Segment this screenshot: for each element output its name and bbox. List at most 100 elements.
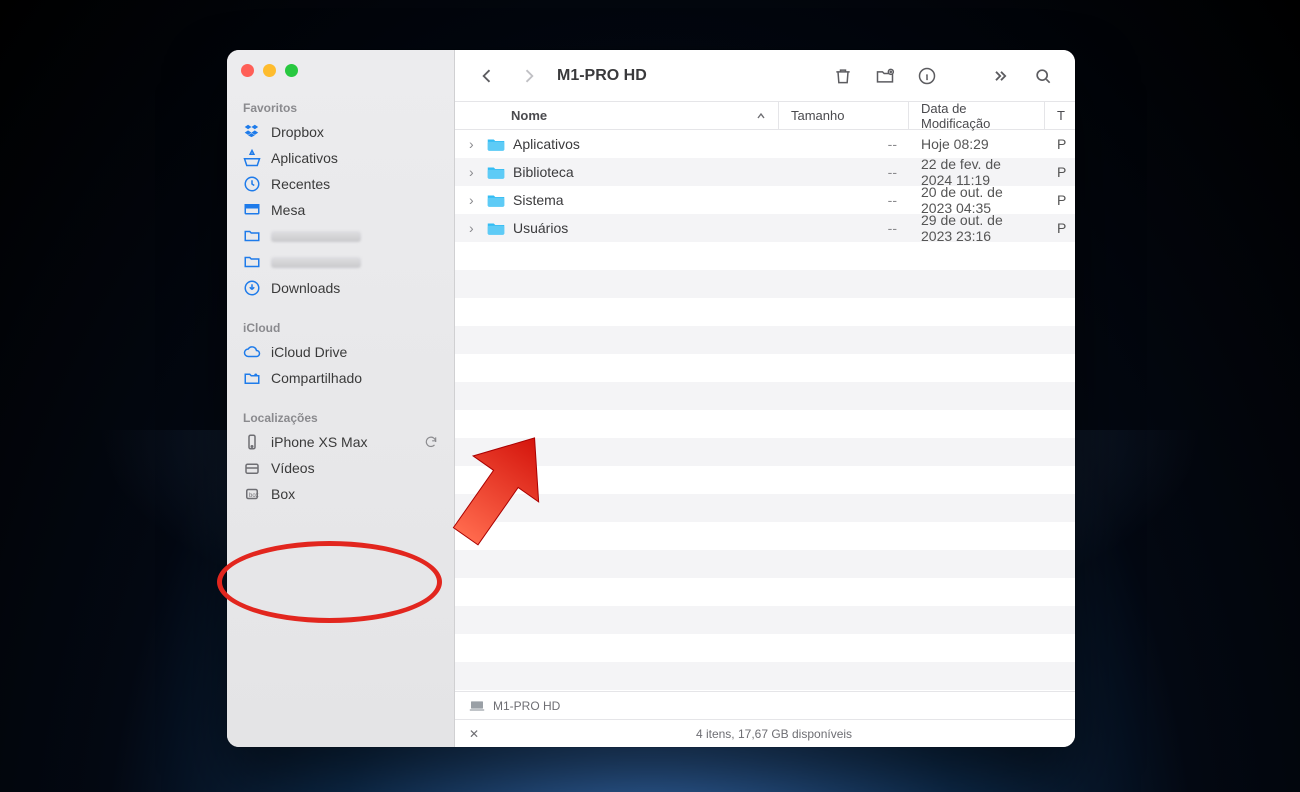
empty-row bbox=[455, 662, 1075, 690]
sidebar-item-downloads[interactable]: Downloads bbox=[235, 275, 446, 301]
close-window-button[interactable] bbox=[241, 64, 254, 77]
column-date[interactable]: Data de Modificação bbox=[909, 102, 1045, 129]
finder-window: Favoritos Dropbox Aplicativos Recentes M… bbox=[227, 50, 1075, 747]
file-name: Usuários bbox=[513, 220, 568, 236]
sidebar-item-videos[interactable]: Vídeos bbox=[235, 455, 446, 481]
sidebar-item-label: Box bbox=[271, 486, 438, 502]
empty-row bbox=[455, 578, 1075, 606]
column-date-label: Data de Modificação bbox=[921, 101, 1032, 131]
sync-icon bbox=[424, 435, 438, 449]
sidebar-item-label: Vídeos bbox=[271, 460, 438, 476]
empty-row bbox=[455, 382, 1075, 410]
box-icon: box bbox=[243, 485, 261, 503]
column-kind[interactable]: T bbox=[1045, 102, 1075, 129]
sidebar-item-redacted-2[interactable] bbox=[235, 249, 446, 275]
path-bar[interactable]: M1-PRO HD bbox=[455, 691, 1075, 719]
sidebar-item-label: iPhone XS Max bbox=[271, 434, 414, 450]
empty-row bbox=[455, 270, 1075, 298]
file-row[interactable]: › Biblioteca -- 22 de fev. de 2024 11:19… bbox=[455, 158, 1075, 186]
new-folder-button[interactable] bbox=[871, 62, 899, 90]
downloads-icon bbox=[243, 279, 261, 297]
sidebar-item-applications[interactable]: Aplicativos bbox=[235, 145, 446, 171]
sidebar-item-label: Compartilhado bbox=[271, 370, 438, 386]
folder-icon bbox=[487, 137, 505, 151]
empty-row bbox=[455, 522, 1075, 550]
sidebar-item-label: Mesa bbox=[271, 202, 438, 218]
sidebar: Favoritos Dropbox Aplicativos Recentes M… bbox=[227, 50, 455, 747]
window-title: M1-PRO HD bbox=[557, 67, 647, 85]
overflow-button[interactable] bbox=[987, 62, 1015, 90]
status-text: 4 itens, 17,67 GB disponíveis bbox=[487, 727, 1061, 741]
sidebar-item-desktop[interactable]: Mesa bbox=[235, 197, 446, 223]
disclosure-icon[interactable]: › bbox=[469, 164, 479, 180]
iphone-icon bbox=[243, 433, 261, 451]
folder-icon bbox=[487, 221, 505, 235]
cancel-icon[interactable]: ✕ bbox=[469, 727, 487, 741]
file-row[interactable]: › Sistema -- 20 de out. de 2023 04:35 P bbox=[455, 186, 1075, 214]
file-row[interactable]: › Aplicativos -- Hoje 08:29 P bbox=[455, 130, 1075, 158]
disclosure-icon[interactable]: › bbox=[469, 192, 479, 208]
sidebar-item-dropbox[interactable]: Dropbox bbox=[235, 119, 446, 145]
sidebar-section-favorites: Favoritos bbox=[235, 95, 446, 119]
file-date: 29 de out. de 2023 23:16 bbox=[909, 212, 1045, 244]
empty-row bbox=[455, 298, 1075, 326]
sidebar-item-label: Recentes bbox=[271, 176, 438, 192]
empty-row bbox=[455, 410, 1075, 438]
sidebar-item-box[interactable]: box Box bbox=[235, 481, 446, 507]
disclosure-icon[interactable]: › bbox=[469, 220, 479, 236]
sidebar-item-icloud-drive[interactable]: iCloud Drive bbox=[235, 339, 446, 365]
column-size-label: Tamanho bbox=[791, 108, 844, 123]
folder-icon bbox=[487, 193, 505, 207]
sidebar-section-icloud: iCloud bbox=[235, 315, 446, 339]
folder-icon bbox=[243, 227, 261, 245]
back-button[interactable] bbox=[473, 62, 501, 90]
sidebar-item-iphone[interactable]: iPhone XS Max bbox=[235, 429, 446, 455]
empty-row bbox=[455, 550, 1075, 578]
sidebar-item-label: Downloads bbox=[271, 280, 438, 296]
column-headers: Nome Tamanho Data de Modificação T bbox=[455, 102, 1075, 130]
file-kind: P bbox=[1045, 136, 1075, 152]
search-button[interactable] bbox=[1029, 62, 1057, 90]
sidebar-item-label: Dropbox bbox=[271, 124, 438, 140]
dropbox-icon bbox=[243, 123, 261, 141]
file-date: Hoje 08:29 bbox=[909, 136, 1045, 152]
info-button[interactable] bbox=[913, 62, 941, 90]
zoom-window-button[interactable] bbox=[285, 64, 298, 77]
empty-row bbox=[455, 634, 1075, 662]
sidebar-item-label: iCloud Drive bbox=[271, 344, 438, 360]
toolbar: M1-PRO HD bbox=[455, 50, 1075, 102]
apps-icon bbox=[243, 149, 261, 167]
file-size: -- bbox=[779, 164, 909, 180]
file-name: Sistema bbox=[513, 192, 564, 208]
file-row[interactable]: › Usuários -- 29 de out. de 2023 23:16 P bbox=[455, 214, 1075, 242]
file-kind: P bbox=[1045, 164, 1075, 180]
trash-button[interactable] bbox=[829, 62, 857, 90]
forward-button[interactable] bbox=[515, 62, 543, 90]
minimize-window-button[interactable] bbox=[263, 64, 276, 77]
cloud-icon bbox=[243, 343, 261, 361]
shared-icon bbox=[243, 369, 261, 387]
empty-row bbox=[455, 354, 1075, 382]
file-kind: P bbox=[1045, 220, 1075, 236]
empty-row bbox=[455, 606, 1075, 634]
svg-text:box: box bbox=[249, 493, 259, 499]
disk-icon bbox=[243, 459, 261, 477]
empty-row bbox=[455, 466, 1075, 494]
disclosure-icon[interactable]: › bbox=[469, 136, 479, 152]
column-name[interactable]: Nome bbox=[455, 102, 779, 129]
column-size[interactable]: Tamanho bbox=[779, 102, 909, 129]
sidebar-item-recents[interactable]: Recentes bbox=[235, 171, 446, 197]
sort-ascending-icon bbox=[756, 111, 766, 121]
path-location: M1-PRO HD bbox=[493, 699, 560, 713]
file-kind: P bbox=[1045, 192, 1075, 208]
empty-row bbox=[455, 438, 1075, 466]
window-controls bbox=[235, 64, 446, 95]
main-panel: M1-PRO HD Nome Tamanho Data de Modificaç… bbox=[455, 50, 1075, 747]
file-name: Aplicativos bbox=[513, 136, 580, 152]
sidebar-item-shared[interactable]: Compartilhado bbox=[235, 365, 446, 391]
redacted-label bbox=[271, 231, 361, 242]
laptop-icon bbox=[469, 700, 485, 712]
redacted-label bbox=[271, 257, 361, 268]
sidebar-item-redacted-1[interactable] bbox=[235, 223, 446, 249]
sidebar-item-label: Aplicativos bbox=[271, 150, 438, 166]
